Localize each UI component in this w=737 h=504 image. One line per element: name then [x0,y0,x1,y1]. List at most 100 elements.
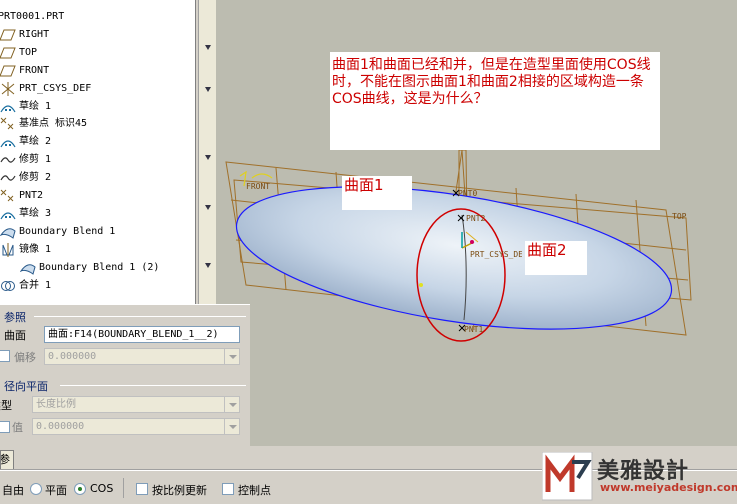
type-label: 类型 [0,399,12,412]
tree-item-label: Boundary Blend 1 (2) [39,261,160,273]
radial-plane-section-title: 径向平面 [4,380,48,393]
plane-label[interactable]: 平面 [45,482,67,498]
tree-item[interactable]: 基准点 标识45 [0,115,87,133]
type-field[interactable]: 长度比例 [32,396,240,413]
tree-item-label: 合并 1 [19,279,52,291]
value-checkbox[interactable] [0,421,10,433]
curve-icon [0,153,16,167]
tree-item-label: TOP [19,46,38,58]
front-datum-label[interactable]: FRONT [246,182,270,191]
curve-icon [0,171,16,185]
tree-item[interactable]: RIGHT [0,26,49,44]
datum-point-icon [0,189,16,203]
cos-label[interactable]: COS [90,482,113,495]
csys-icon [0,81,16,96]
reference-button[interactable]: 参照 [0,450,14,470]
tree-item[interactable]: FRONT [0,62,49,80]
question-text: 曲面1和曲面已经和并，但是在造型里面使用COS线时，不能在图示曲面1和曲面2相接… [332,57,651,107]
mirror-icon [0,242,16,257]
tree-item[interactable]: 修剪 2 [0,169,51,187]
surface-label: 曲面 [4,329,26,342]
merge-icon [0,279,16,293]
surface-reference-value: 曲面:F14(BOUNDARY_BLEND_1__2) [48,329,219,340]
plane-radio[interactable] [30,483,42,495]
pnt1-label[interactable]: PNT1 [464,325,483,334]
tree-item-label: RIGHT [19,28,50,40]
value-value: 0.000000 [36,421,85,432]
scale-update-checkbox[interactable] [136,483,148,495]
watermark-url: www.meiyadesign.com [600,481,737,494]
tree-item[interactable]: TOP [0,44,37,62]
tree-item[interactable]: Boundary Blend 1 (2) [20,259,159,277]
scale-update-label[interactable]: 按比例更新 [152,482,207,498]
cos-radio[interactable] [74,483,86,495]
dropdown-arrow-icon[interactable] [224,397,239,412]
tree-item[interactable]: PRT_CSYS_DEF [0,80,91,98]
tree-item[interactable]: 修剪 1 [0,151,51,169]
scroll-marker [205,82,211,92]
graphics-viewport[interactable]: 曲面1和曲面已经和并，但是在造型里面使用COS线时，不能在图示曲面1和曲面2相接… [216,0,737,446]
tree-item-label: 镜像 1 [19,243,52,255]
pnt0-label[interactable]: PNT0 [458,189,477,198]
tree-item-label: 修剪 1 [19,154,52,166]
tree-item-label: FRONT [19,64,50,76]
datum-plane-icon [0,46,16,60]
divider [123,478,124,498]
tree-item[interactable]: 草绘 3 [0,205,51,223]
dropdown-arrow-icon[interactable] [224,419,239,434]
surface-reference-field[interactable]: 曲面:F14(BOUNDARY_BLEND_1__2) [44,326,240,343]
sketch-icon [0,135,16,149]
divider [60,385,246,386]
tree-item-label: 修剪 2 [19,172,52,184]
surface2-label-box: 曲面2 [525,241,587,275]
tree-item-label: 草绘 2 [19,136,52,148]
surface1-label-box: 曲面1 [342,176,412,210]
tree-scrollbar[interactable] [198,0,216,304]
control-point-label[interactable]: 控制点 [238,482,271,498]
tree-item-label: PRT0001.PRT [0,11,65,22]
tree-item[interactable]: 镜像 1 [0,241,51,259]
offset-label: 偏移 [14,351,36,364]
tree-item[interactable]: 合并 1 [0,277,51,295]
scroll-marker [205,40,211,50]
tree-item-label: 草绘 3 [19,207,52,219]
model-tree[interactable]: PRT0001.PRT RIGHT TOP FRONT PRT_CSYS_DEF 草绘 1… [0,0,196,304]
reference-button-label: 参照 [0,453,10,466]
tree-item-label: 草绘 1 [19,100,52,112]
sketch-icon [0,100,16,114]
csys-label[interactable]: PRT_CSYS_DEF [470,250,522,259]
surface2-label: 曲面2 [527,241,567,259]
free-label[interactable]: 自由 [2,482,24,498]
divider [34,316,246,317]
scroll-marker [205,258,211,268]
surface1-label: 曲面1 [344,176,384,194]
watermark-logo: 美雅設計 www.meiyadesign.com [540,450,737,504]
value-label: 值 [12,421,23,434]
boundary-blend-icon [0,225,16,239]
offset-checkbox[interactable] [0,350,10,362]
tree-item-label: Boundary Blend 1 [19,225,116,237]
question-note: 曲面1和曲面已经和并，但是在造型里面使用COS线时，不能在图示曲面1和曲面2相接… [330,52,660,150]
tree-item[interactable]: PRT0001.PRT [0,8,64,26]
properties-panel: 参照 曲面 曲面:F14(BOUNDARY_BLEND_1__2) 偏移 0.0… [0,304,250,446]
datum-plane-icon [0,28,16,42]
top-datum-label[interactable]: TOP [672,212,686,221]
tree-item[interactable]: 草绘 1 [0,98,51,116]
offset-value: 0.000000 [48,351,97,362]
tree-item-label: PRT_CSYS_DEF [19,82,92,94]
tree-item[interactable]: Boundary Blend 1 [0,223,115,241]
scroll-marker [205,200,211,210]
datum-point-icon [0,117,16,131]
value-field[interactable]: 0.000000 [32,418,240,435]
tree-item[interactable]: PNT2 [0,187,43,205]
pnt2-label[interactable]: PNT2 [466,214,485,223]
control-point-checkbox[interactable] [222,483,234,495]
boundary-blend-icon [20,261,36,275]
type-value: 长度比例 [36,399,76,410]
tree-item-label: PNT2 [19,190,44,201]
tree-item[interactable]: 草绘 2 [0,133,51,151]
offset-field[interactable]: 0.000000 [44,348,240,365]
reference-section-title: 参照 [4,311,26,324]
dropdown-arrow-icon[interactable] [224,349,239,364]
tree-item-label: 基准点 标识45 [19,118,88,130]
